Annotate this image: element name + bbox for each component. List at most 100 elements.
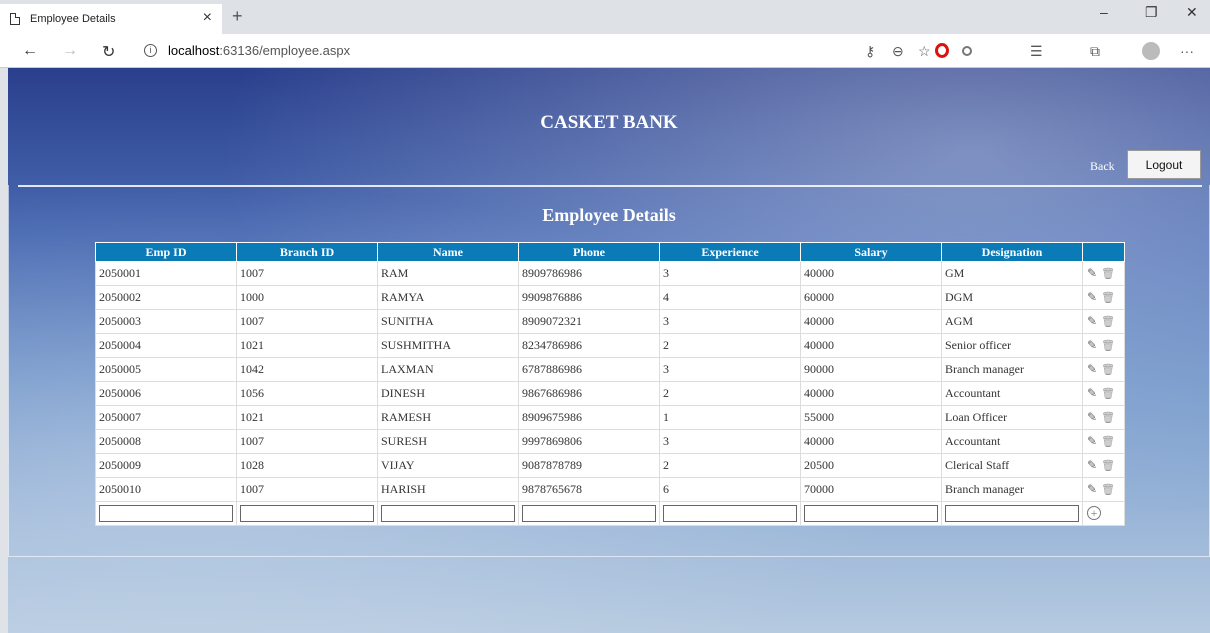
back-link[interactable]: Back — [1090, 159, 1115, 174]
minimize-icon[interactable]: – — [1100, 4, 1108, 20]
browser-tabbar: Employee Details × + – ❐ ✕ — [0, 0, 1210, 34]
table-cell: 40000 — [800, 429, 942, 454]
table-cell: GM — [941, 261, 1083, 286]
table-cell: 9867686986 — [518, 381, 660, 406]
new-designation-input[interactable] — [945, 505, 1079, 522]
close-tab-icon[interactable]: × — [203, 9, 212, 27]
table-cell: Senior officer — [941, 333, 1083, 358]
new-experience-input[interactable] — [663, 505, 797, 522]
info-icon[interactable]: i — [144, 44, 157, 57]
trash-icon[interactable]: 🗑 — [1101, 339, 1115, 352]
table-cell: 2050002 — [95, 285, 237, 310]
pencil-icon[interactable]: ✎ — [1087, 314, 1097, 329]
table-cell: 8909786986 — [518, 261, 660, 286]
table-cell: 40000 — [800, 261, 942, 286]
key-icon[interactable]: ⚷ — [865, 43, 875, 60]
table-cell: 1021 — [236, 333, 378, 358]
table-cell: 9909876886 — [518, 285, 660, 310]
table-cell: 3 — [659, 429, 801, 454]
table-cell: Branch manager — [941, 477, 1083, 502]
column-header: Phone — [518, 242, 660, 262]
table-cell: 1021 — [236, 405, 378, 430]
zoom-icon[interactable]: ⊖ — [892, 43, 904, 60]
column-header: Experience — [659, 242, 801, 262]
pencil-icon[interactable]: ✎ — [1087, 266, 1097, 281]
table-cell: 8909072321 — [518, 309, 660, 334]
table-row: 2050007 1021 RAMESH 8909675986 1 55000 Loan Of… — [95, 405, 1125, 430]
close-window-icon[interactable]: ✕ — [1186, 4, 1198, 21]
url-field[interactable]: localhost:63136/employee.aspx — [168, 43, 350, 58]
table-row: 2050010 1007 HARISH 9878765678 6 70000 Branch … — [95, 477, 1125, 502]
logout-button[interactable]: Logout — [1127, 150, 1201, 179]
table-cell: 2050007 — [95, 405, 237, 430]
trash-icon[interactable]: 🗑 — [1101, 363, 1115, 376]
pencil-icon[interactable]: ✎ — [1087, 434, 1097, 449]
pencil-icon[interactable]: ✎ — [1087, 386, 1097, 401]
new-tab-button[interactable]: + — [232, 6, 243, 27]
favorites-icon[interactable]: ☰ — [1030, 43, 1043, 60]
table-cell: 4 — [659, 285, 801, 310]
table-cell: SURESH — [377, 429, 519, 454]
restore-icon[interactable]: ❐ — [1145, 4, 1158, 21]
table-cell: AGM — [941, 309, 1083, 334]
trash-icon[interactable]: 🗑 — [1101, 387, 1115, 400]
pencil-icon[interactable]: ✎ — [1087, 290, 1097, 305]
new-phone-input[interactable] — [522, 505, 656, 522]
profile-avatar[interactable] — [1142, 42, 1160, 60]
forward-arrow-icon[interactable]: → — [62, 42, 78, 60]
table-row: 2050005 1042 LAXMAN 6787886986 3 90000 Branch … — [95, 357, 1125, 382]
collections-icon[interactable]: ⧉ — [1090, 43, 1100, 60]
trash-icon[interactable]: 🗑 — [1101, 315, 1115, 328]
table-cell: LAXMAN — [377, 357, 519, 382]
table-cell: 2 — [659, 333, 801, 358]
trash-icon[interactable]: 🗑 — [1101, 267, 1115, 280]
table-cell: RAMESH — [377, 405, 519, 430]
trash-icon[interactable]: 🗑 — [1101, 459, 1115, 472]
add-circle-icon[interactable]: + — [1087, 506, 1101, 520]
row-actions: ✎ 🗑 — [1082, 453, 1125, 478]
trash-icon[interactable]: 🗑 — [1101, 483, 1115, 496]
page-body: CASKET BANK Back Logout Employee Details… — [8, 68, 1210, 633]
new-name-input[interactable] — [381, 505, 515, 522]
trash-icon[interactable]: 🗑 — [1101, 291, 1115, 304]
back-arrow-icon[interactable]: ← — [22, 42, 38, 60]
table-cell: 40000 — [800, 381, 942, 406]
pencil-icon[interactable]: ✎ — [1087, 458, 1097, 473]
trash-icon[interactable]: 🗑 — [1101, 435, 1115, 448]
new-salary-input[interactable] — [804, 505, 938, 522]
pencil-icon[interactable]: ✎ — [1087, 482, 1097, 497]
add-cell — [377, 501, 519, 526]
table-cell: 6787886986 — [518, 357, 660, 382]
pencil-icon[interactable]: ✎ — [1087, 338, 1097, 353]
favorite-star-icon[interactable]: ☆ — [918, 43, 931, 60]
table-cell: 2 — [659, 381, 801, 406]
table-cell: 2050001 — [95, 261, 237, 286]
trash-icon[interactable]: 🗑 — [1101, 411, 1115, 424]
row-actions: ✎ 🗑 — [1082, 477, 1125, 502]
add-cell-actions: + — [1082, 501, 1125, 526]
new-emp-id-input[interactable] — [99, 505, 233, 522]
pencil-icon[interactable]: ✎ — [1087, 362, 1097, 377]
table-cell: 2050009 — [95, 453, 237, 478]
new-branch-id-input[interactable] — [240, 505, 374, 522]
column-header-actions — [1082, 242, 1125, 262]
table-row: 2050001 1007 RAM 8909786986 3 40000 GM ✎ 🗑 — [95, 261, 1125, 286]
table-cell: 2050004 — [95, 333, 237, 358]
add-cell — [941, 501, 1083, 526]
column-header: Name — [377, 242, 519, 262]
table-cell: 3 — [659, 309, 801, 334]
table-cell: 1056 — [236, 381, 378, 406]
add-cell — [659, 501, 801, 526]
record-icon[interactable] — [962, 46, 972, 56]
table-cell: 2050005 — [95, 357, 237, 382]
browser-tab[interactable]: Employee Details × — [0, 4, 222, 34]
table-cell: 1028 — [236, 453, 378, 478]
table-cell: Branch manager — [941, 357, 1083, 382]
pencil-icon[interactable]: ✎ — [1087, 410, 1097, 425]
more-icon[interactable]: ··· — [1180, 43, 1194, 59]
table-cell: 3 — [659, 357, 801, 382]
row-actions: ✎ 🗑 — [1082, 381, 1125, 406]
table-cell: Loan Officer — [941, 405, 1083, 430]
opera-icon[interactable] — [935, 43, 949, 58]
refresh-icon[interactable]: ↻ — [102, 42, 115, 62]
